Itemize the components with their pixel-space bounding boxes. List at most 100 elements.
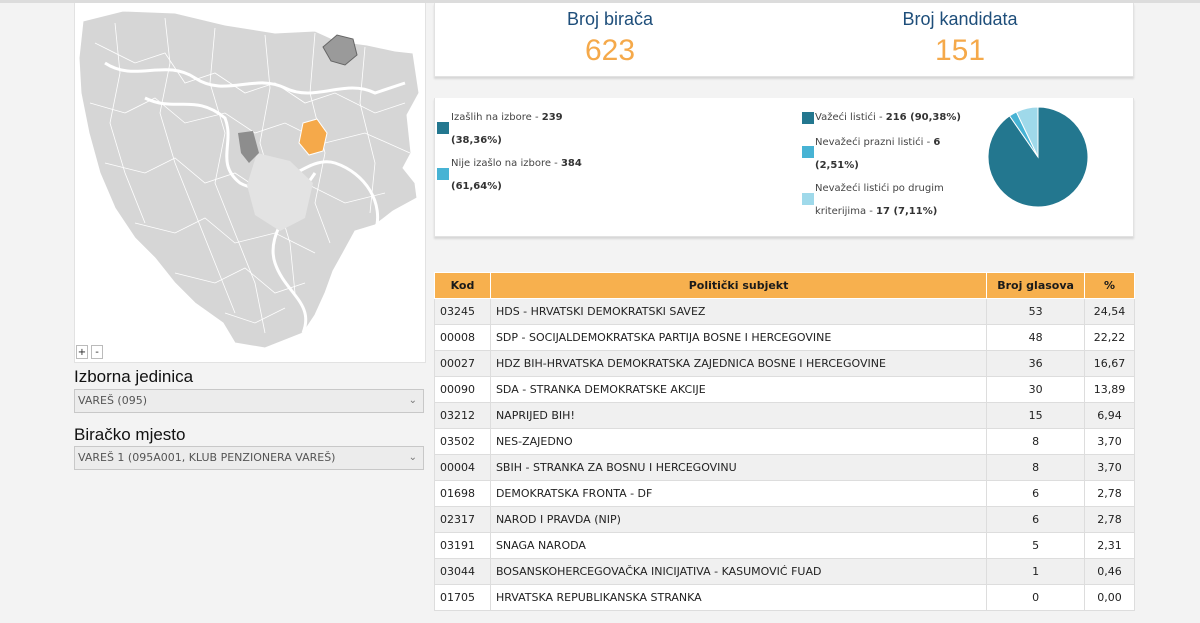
unit-select[interactable]: VAREŠ (095) ⌄ [74, 389, 424, 413]
cell-party: HDS - HRVATSKI DEMOKRATSKI SAVEZ [489, 298, 988, 325]
table-row: 01705 HRVATSKA REPUBLIKANSKA STRANKA 0 0,00 [434, 584, 1135, 611]
cell-code: 02317 [434, 506, 491, 533]
not-voted-label: Nije izašlo na izbore - [451, 158, 561, 169]
zoom-out-button[interactable]: - [91, 345, 103, 359]
cell-code: 03191 [434, 532, 491, 559]
cell-votes: 6 [986, 480, 1086, 507]
table-row: 00027 HDZ BIH-HRVATSKA DEMOKRATSKA ZAJEDN… [434, 350, 1135, 377]
unit-label: Izborna jedinica [74, 367, 194, 386]
blank-value: 6 [933, 137, 941, 148]
candidates-value: 151 [934, 34, 986, 67]
station-select[interactable]: VAREŠ 1 (095A001, KLUB PENZIONERA VAREŠ)… [74, 446, 424, 470]
valid-swatch [802, 112, 814, 124]
cell-pct: 22,22 [1084, 324, 1135, 351]
zoom-in-button[interactable]: + [76, 345, 88, 359]
cell-party: BOSANSKOHERCEGOVAČKA INICIJATIVA - KASUM… [489, 558, 988, 585]
table-row: 01698 DEMOKRATSKA FRONTA - DF 6 2,78 [434, 480, 1135, 507]
voted-label: Izašlih na izbore - [451, 112, 542, 123]
results-table: Kod Politički subjekt Broj glasova % 032… [434, 272, 1135, 611]
table-row: 00008 SDP - SOCIJALDEMOKRATSKA PARTIJA BO… [434, 324, 1135, 351]
cell-party: NAROD I PRAVDA (NIP) [489, 506, 988, 533]
other-label-2: kriterijima - [815, 206, 877, 217]
cell-code: 03245 [434, 298, 491, 325]
map-panel[interactable] [74, 3, 426, 363]
cell-votes: 53 [986, 298, 1086, 325]
table-row: 03212 NAPRIJED BIH! 15 6,94 [434, 402, 1135, 429]
header-votes[interactable]: Broj glasova [986, 272, 1086, 299]
table-row: 03191 SNAGA NARODA 5 2,31 [434, 532, 1135, 559]
cell-pct: 24,54 [1084, 298, 1135, 325]
cell-party: SBIH - STRANKA ZA BOSNU I HERCEGOVINU [489, 454, 988, 481]
not-voted-swatch [437, 168, 449, 180]
cell-pct: 2,78 [1084, 506, 1135, 533]
cell-party: SDP - SOCIJALDEMOKRATSKA PARTIJA BOSNE I… [489, 324, 988, 351]
cell-pct: 16,67 [1084, 350, 1135, 377]
cell-votes: 5 [986, 532, 1086, 559]
cell-pct: 3,70 [1084, 454, 1135, 481]
summary-panel: Broj birača 623 Broj kandidata 151 [434, 3, 1134, 77]
blank-swatch [802, 146, 814, 158]
cell-pct: 0,00 [1084, 584, 1135, 611]
cell-code: 00008 [434, 324, 491, 351]
other-legend: Nevažeći listići po drugim kriterijima -… [815, 177, 995, 223]
table-header-row: Kod Politički subjekt Broj glasova % [434, 272, 1135, 299]
map-zoom-controls: + - [76, 345, 103, 359]
cell-votes: 6 [986, 506, 1086, 533]
cell-pct: 6,94 [1084, 402, 1135, 429]
map-svg[interactable] [75, 3, 426, 363]
cell-votes: 0 [986, 584, 1086, 611]
voters-summary: Broj birača 623 [435, 3, 785, 68]
header-pct[interactable]: % [1084, 272, 1135, 299]
voted-legend: Izašlih na izbore - 239 (38,36%) [451, 106, 601, 152]
cell-party: NAPRIJED BIH! [489, 402, 988, 429]
cell-pct: 2,31 [1084, 532, 1135, 559]
voted-value: 239 [541, 112, 563, 123]
valid-label: Važeći listići - [815, 112, 886, 123]
unit-select-value: VAREŠ (095) [78, 394, 147, 407]
chevron-down-icon: ⌄ [408, 395, 417, 406]
valid-value: 216 (90,38%) [885, 112, 961, 123]
header-code[interactable]: Kod [434, 272, 491, 299]
cell-code: 01698 [434, 480, 491, 507]
header-party[interactable]: Politički subjekt [489, 272, 988, 299]
table-row: 03245 HDS - HRVATSKI DEMOKRATSKI SAVEZ 53 2… [434, 298, 1135, 325]
cell-votes: 1 [986, 558, 1086, 585]
cell-code: 01705 [434, 584, 491, 611]
cell-party: SNAGA NARODA [489, 532, 988, 559]
table-row: 00090 SDA - STRANKA DEMOKRATSKE AKCIJE 30 1… [434, 376, 1135, 403]
cell-code: 00027 [434, 350, 491, 377]
cell-votes: 48 [986, 324, 1086, 351]
blank-legend: Nevažeći prazni listići - 6 (2,51%) [815, 131, 995, 177]
station-label: Biračko mjesto [74, 425, 186, 444]
candidates-summary: Broj kandidata 151 [785, 3, 1135, 68]
cell-votes: 30 [986, 376, 1086, 403]
cell-code: 00090 [434, 376, 491, 403]
station-select-value: VAREŠ 1 (095A001, KLUB PENZIONERA VAREŠ) [78, 451, 336, 464]
voters-title: Broj birača [566, 9, 654, 29]
blank-pct: (2,51%) [815, 160, 859, 171]
cell-votes: 36 [986, 350, 1086, 377]
cell-code: 03044 [434, 558, 491, 585]
table-row: 03502 NES-ZAJEDNO 8 3,70 [434, 428, 1135, 455]
table-row: 00004 SBIH - STRANKA ZA BOSNU I HERCEGOVI… [434, 454, 1135, 481]
cell-code: 03212 [434, 402, 491, 429]
cell-party: DEMOKRATSKA FRONTA - DF [489, 480, 988, 507]
voters-value: 623 [584, 34, 636, 67]
cell-pct: 3,70 [1084, 428, 1135, 455]
not-voted-pct: (61,64%) [451, 181, 502, 192]
cell-pct: 2,78 [1084, 480, 1135, 507]
other-value: 17 (7,11%) [876, 206, 938, 217]
cell-party: NES-ZAJEDNO [489, 428, 988, 455]
cell-votes: 8 [986, 454, 1086, 481]
ballots-pie-chart [987, 106, 1089, 208]
candidates-title: Broj kandidata [902, 9, 1018, 29]
valid-legend: Važeći listići - 216 (90,38%) [815, 106, 995, 129]
chevron-down-icon: ⌄ [408, 452, 417, 463]
cell-party: SDA - STRANKA DEMOKRATSKE AKCIJE [489, 376, 988, 403]
voted-swatch [437, 122, 449, 134]
blank-label: Nevažeći prazni listići - [815, 137, 934, 148]
cell-code: 00004 [434, 454, 491, 481]
other-swatch [802, 193, 814, 205]
table-row: 03044 BOSANSKOHERCEGOVAČKA INICIJATIVA - … [434, 558, 1135, 585]
cell-party: HRVATSKA REPUBLIKANSKA STRANKA [489, 584, 988, 611]
